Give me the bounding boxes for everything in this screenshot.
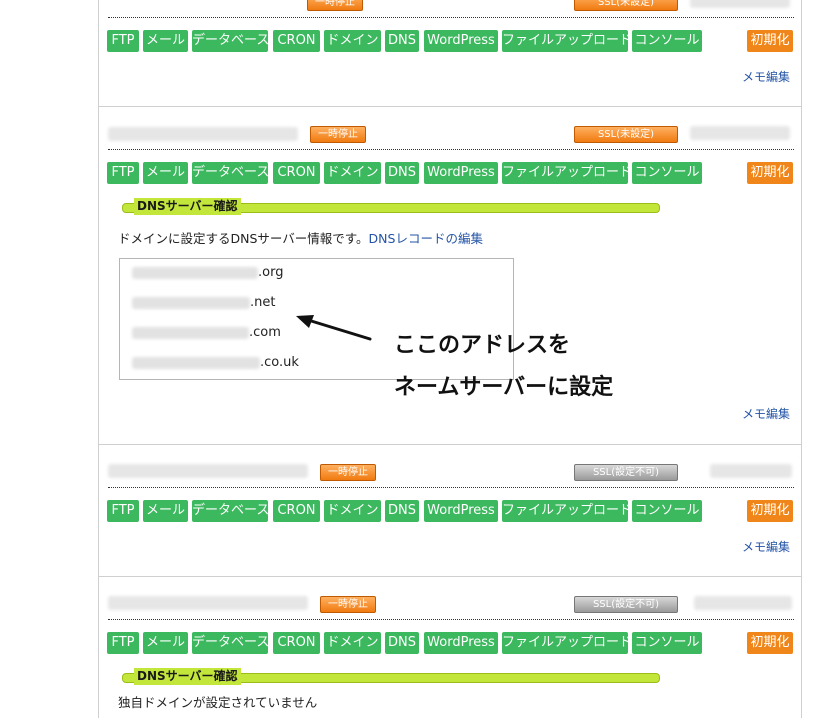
init-button[interactable]: 初期化 bbox=[747, 500, 793, 522]
ssl-button[interactable]: SSL(未設定) bbox=[574, 126, 678, 143]
file-upload-button[interactable]: ファイルアップロード bbox=[502, 500, 632, 522]
blurred-info bbox=[690, 126, 790, 140]
nameserver-1: .org bbox=[132, 265, 283, 280]
console-button[interactable]: コンソール bbox=[632, 632, 702, 654]
annotation-line-2: ネームサーバーに設定 bbox=[394, 375, 614, 400]
dns-header-label: DNSサーバー確認 bbox=[134, 668, 241, 685]
ftp-button[interactable]: FTP bbox=[107, 30, 139, 52]
file-upload-button[interactable]: ファイルアップロード bbox=[502, 162, 632, 184]
blurred-info bbox=[694, 596, 792, 610]
ssl-button: SSL(設定不可) bbox=[574, 464, 678, 481]
init-button[interactable]: 初期化 bbox=[747, 632, 793, 654]
blurred-server-name bbox=[108, 464, 308, 478]
console-button[interactable]: コンソール bbox=[632, 500, 702, 522]
database-button[interactable]: データベース bbox=[192, 30, 269, 52]
pause-button[interactable]: 一時停止 bbox=[310, 126, 366, 143]
blurred-server-name bbox=[108, 127, 298, 141]
memo-edit-link[interactable]: メモ編集 bbox=[742, 538, 790, 555]
ftp-button[interactable]: FTP bbox=[107, 632, 139, 654]
mail-button[interactable]: メール bbox=[143, 30, 188, 52]
dns-check-header: DNSサーバー確認 bbox=[120, 198, 660, 215]
dns-record-edit-link[interactable]: DNSレコードの編集 bbox=[369, 231, 483, 246]
cron-button[interactable]: CRON bbox=[273, 162, 320, 184]
dns-button[interactable]: DNS bbox=[385, 162, 419, 184]
cron-button[interactable]: CRON bbox=[273, 500, 320, 522]
memo-edit-link[interactable]: メモ編集 bbox=[742, 68, 790, 85]
ftp-button[interactable]: FTP bbox=[107, 500, 139, 522]
console-button[interactable]: コンソール bbox=[632, 30, 702, 52]
ssl-button[interactable]: SSL(未設定) bbox=[574, 0, 678, 11]
divider bbox=[108, 149, 794, 150]
database-button[interactable]: データベース bbox=[192, 632, 269, 654]
mail-button[interactable]: メール bbox=[143, 632, 188, 654]
blurred-info bbox=[710, 464, 792, 478]
memo-edit-link[interactable]: メモ編集 bbox=[742, 405, 790, 422]
dns-description: ドメインに設定するDNSサーバー情報です。DNSレコードの編集 bbox=[118, 228, 483, 247]
cron-button[interactable]: CRON bbox=[273, 30, 320, 52]
mail-button[interactable]: メール bbox=[143, 500, 188, 522]
row-separator bbox=[98, 444, 802, 445]
database-button[interactable]: データベース bbox=[192, 500, 269, 522]
no-domain-message: 独自ドメインが設定されていません bbox=[118, 695, 318, 710]
init-button[interactable]: 初期化 bbox=[747, 30, 793, 52]
database-button[interactable]: データベース bbox=[192, 162, 269, 184]
nameserver-3: .com bbox=[132, 325, 281, 340]
divider bbox=[108, 487, 794, 488]
ssl-button: SSL(設定不可) bbox=[574, 596, 678, 613]
row-separator bbox=[98, 576, 802, 577]
domain-button[interactable]: ドメイン bbox=[324, 162, 381, 184]
dns-check-header: DNSサーバー確認 bbox=[120, 668, 660, 685]
dns-description-text: ドメインに設定するDNSサーバー情報です。 bbox=[118, 231, 369, 246]
wordpress-button[interactable]: WordPress bbox=[424, 30, 498, 52]
domain-button[interactable]: ドメイン bbox=[324, 632, 381, 654]
file-upload-button[interactable]: ファイルアップロード bbox=[502, 632, 632, 654]
annotation-arrow-icon bbox=[296, 315, 372, 341]
divider bbox=[108, 619, 794, 620]
domain-button[interactable]: ドメイン bbox=[324, 500, 381, 522]
console-button[interactable]: コンソール bbox=[632, 162, 702, 184]
nameserver-2: .net bbox=[132, 295, 275, 310]
wordpress-button[interactable]: WordPress bbox=[424, 632, 498, 654]
domain-button[interactable]: ドメイン bbox=[324, 30, 381, 52]
dns-header-label: DNSサーバー確認 bbox=[134, 198, 241, 215]
dns-button[interactable]: DNS bbox=[385, 500, 419, 522]
file-upload-button[interactable]: ファイルアップロード bbox=[502, 30, 632, 52]
ftp-button[interactable]: FTP bbox=[107, 162, 139, 184]
wordpress-button[interactable]: WordPress bbox=[424, 162, 498, 184]
wordpress-button[interactable]: WordPress bbox=[424, 500, 498, 522]
pause-button[interactable]: 一時停止 bbox=[320, 596, 376, 613]
divider bbox=[108, 17, 794, 18]
dns-button[interactable]: DNS bbox=[385, 30, 419, 52]
annotation-line-1: ここのアドレスを bbox=[394, 333, 571, 358]
dns-button[interactable]: DNS bbox=[385, 632, 419, 654]
nameserver-4: .co.uk bbox=[132, 355, 299, 370]
init-button[interactable]: 初期化 bbox=[747, 162, 793, 184]
mail-button[interactable]: メール bbox=[143, 162, 188, 184]
blurred-info bbox=[690, 0, 790, 8]
pause-button[interactable]: 一時停止 bbox=[307, 0, 363, 11]
pause-button[interactable]: 一時停止 bbox=[320, 464, 376, 481]
cron-button[interactable]: CRON bbox=[273, 632, 320, 654]
blurred-server-name bbox=[108, 596, 308, 610]
row-separator bbox=[98, 106, 802, 107]
